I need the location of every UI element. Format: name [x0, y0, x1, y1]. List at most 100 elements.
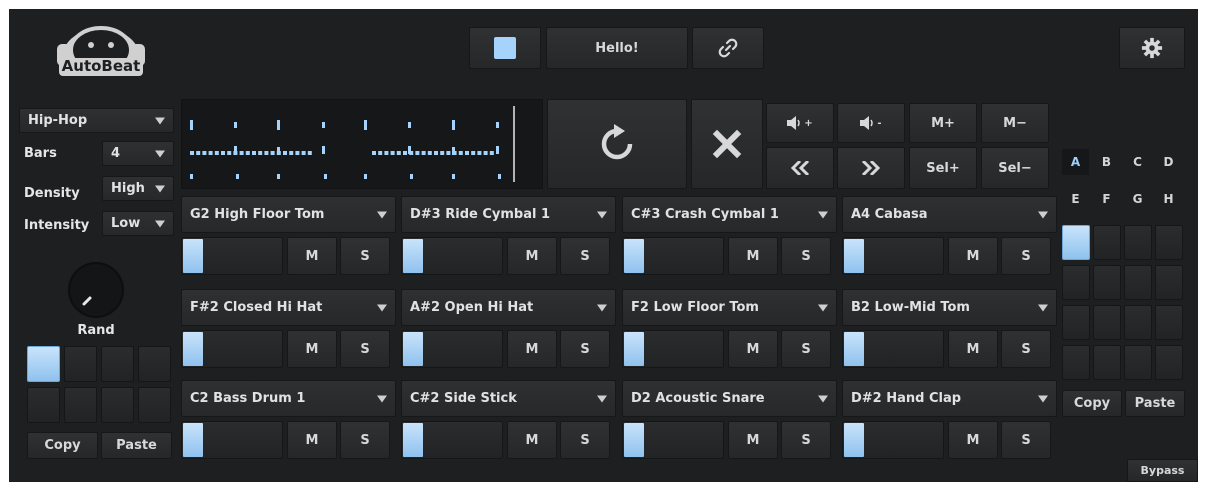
rand-knob[interactable] — [66, 260, 126, 320]
track-solo-button[interactable]: S — [560, 421, 610, 459]
track-volume-slider[interactable] — [181, 330, 283, 368]
track-solo-button[interactable]: S — [781, 421, 831, 459]
track-instrument-dropdown[interactable]: D#3 Ride Cymbal 1 — [401, 196, 616, 233]
track-volume-slider[interactable] — [181, 421, 283, 459]
track-mute-button[interactable]: M — [948, 330, 998, 368]
track-instrument-dropdown[interactable]: A4 Cabasa — [842, 196, 1057, 233]
bank-letter-f[interactable]: F — [1093, 186, 1120, 212]
track-instrument-dropdown[interactable]: D2 Acoustic Snare — [622, 380, 837, 417]
track-mute-button[interactable]: M — [948, 237, 998, 275]
sel-plus-button[interactable]: Sel+ — [909, 147, 977, 189]
stop-button[interactable] — [469, 27, 541, 69]
track-volume-slider[interactable] — [842, 237, 944, 275]
regenerate-button[interactable] — [547, 99, 687, 189]
bank-pattern-slot[interactable] — [1062, 345, 1090, 380]
volume-down-button[interactable]: - — [837, 103, 905, 143]
bank-pattern-slot[interactable] — [1093, 265, 1121, 300]
pattern-slot[interactable] — [101, 387, 134, 423]
track-volume-slider[interactable] — [622, 330, 724, 368]
bank-pattern-slot[interactable] — [1124, 305, 1152, 340]
pattern-slot[interactable] — [64, 387, 97, 423]
track-instrument-dropdown[interactable]: B2 Low-Mid Tom — [842, 289, 1057, 326]
track-instrument-dropdown[interactable]: F#2 Closed Hi Hat — [181, 289, 396, 326]
track-mute-button[interactable]: M — [728, 421, 778, 459]
track-mute-button[interactable]: M — [287, 421, 337, 459]
track-volume-slider[interactable] — [842, 330, 944, 368]
clear-button[interactable] — [691, 99, 763, 189]
pattern-slot[interactable] — [101, 346, 134, 382]
link-button[interactable] — [692, 27, 764, 69]
bank-pattern-slot[interactable] — [1155, 225, 1183, 260]
bank-pattern-slot[interactable] — [1155, 265, 1183, 300]
bank-letter-g[interactable]: G — [1124, 186, 1151, 212]
bank-letter-d[interactable]: D — [1155, 149, 1182, 175]
track-mute-button[interactable]: M — [287, 237, 337, 275]
bank-pattern-slot[interactable] — [1093, 345, 1121, 380]
track-solo-button[interactable]: S — [340, 330, 390, 368]
bank-letter-a[interactable]: A — [1062, 149, 1089, 175]
track-instrument-dropdown[interactable]: C#2 Side Stick — [401, 380, 616, 417]
track-solo-button[interactable]: S — [560, 237, 610, 275]
track-instrument-dropdown[interactable]: A#2 Open Hi Hat — [401, 289, 616, 326]
track-instrument-dropdown[interactable]: G2 High Floor Tom — [181, 196, 396, 233]
pattern-slot[interactable] — [138, 346, 171, 382]
bank-pattern-slot[interactable] — [1062, 265, 1090, 300]
pattern-slot[interactable] — [64, 346, 97, 382]
track-volume-slider[interactable] — [622, 421, 724, 459]
track-volume-slider[interactable] — [622, 237, 724, 275]
track-solo-button[interactable]: S — [340, 421, 390, 459]
pattern-slot[interactable] — [27, 387, 60, 423]
track-solo-button[interactable]: S — [340, 237, 390, 275]
track-instrument-dropdown[interactable]: F2 Low Floor Tom — [622, 289, 837, 326]
settings-button[interactable] — [1119, 27, 1185, 69]
track-solo-button[interactable]: S — [781, 330, 831, 368]
track-solo-button[interactable]: S — [1001, 330, 1051, 368]
track-volume-slider[interactable] — [401, 421, 503, 459]
bank-letter-b[interactable]: B — [1093, 149, 1120, 175]
bank-pattern-slot[interactable] — [1124, 265, 1152, 300]
bank-pattern-slot[interactable] — [1062, 305, 1090, 340]
track-solo-button[interactable]: S — [1001, 237, 1051, 275]
track-volume-slider[interactable] — [401, 237, 503, 275]
bank-pattern-slot[interactable] — [1093, 225, 1121, 260]
left-copy-button[interactable]: Copy — [27, 432, 98, 459]
bypass-button[interactable]: Bypass — [1127, 459, 1198, 482]
right-copy-button[interactable]: Copy — [1062, 390, 1122, 417]
track-volume-slider[interactable] — [401, 330, 503, 368]
track-volume-slider[interactable] — [181, 237, 283, 275]
bank-pattern-slot[interactable] — [1124, 345, 1152, 380]
track-instrument-dropdown[interactable]: D#2 Hand Clap — [842, 380, 1057, 417]
track-mute-button[interactable]: M — [507, 237, 557, 275]
density-dropdown[interactable]: High — [102, 176, 174, 201]
pattern-slot[interactable] — [27, 346, 60, 382]
right-paste-button[interactable]: Paste — [1125, 390, 1185, 417]
bank-letter-h[interactable]: H — [1155, 186, 1182, 212]
bank-letter-c[interactable]: C — [1124, 149, 1151, 175]
track-instrument-dropdown[interactable]: C#3 Crash Cymbal 1 — [622, 196, 837, 233]
track-instrument-dropdown[interactable]: C2 Bass Drum 1 — [181, 380, 396, 417]
rewind-button[interactable] — [766, 147, 834, 189]
track-mute-button[interactable]: M — [948, 421, 998, 459]
m-plus-button[interactable]: M+ — [909, 103, 977, 143]
style-dropdown[interactable]: Hip-Hop — [19, 108, 174, 133]
bars-dropdown[interactable]: 4 — [102, 141, 174, 166]
track-solo-button[interactable]: S — [560, 330, 610, 368]
bank-pattern-slot[interactable] — [1155, 305, 1183, 340]
bank-letter-e[interactable]: E — [1062, 186, 1089, 212]
volume-up-button[interactable]: + — [766, 103, 834, 143]
track-mute-button[interactable]: M — [728, 330, 778, 368]
bank-pattern-slot[interactable] — [1155, 345, 1183, 380]
track-mute-button[interactable]: M — [728, 237, 778, 275]
track-mute-button[interactable]: M — [507, 330, 557, 368]
m-minus-button[interactable]: M− — [981, 103, 1049, 143]
sel-minus-button[interactable]: Sel− — [981, 147, 1049, 189]
track-volume-slider[interactable] — [842, 421, 944, 459]
bank-pattern-slot[interactable] — [1062, 225, 1090, 260]
fast-forward-button[interactable] — [837, 147, 905, 189]
intensity-dropdown[interactable]: Low — [102, 211, 174, 236]
track-mute-button[interactable]: M — [287, 330, 337, 368]
track-solo-button[interactable]: S — [1001, 421, 1051, 459]
track-mute-button[interactable]: M — [507, 421, 557, 459]
pattern-slot[interactable] — [138, 387, 171, 423]
left-paste-button[interactable]: Paste — [101, 432, 172, 459]
